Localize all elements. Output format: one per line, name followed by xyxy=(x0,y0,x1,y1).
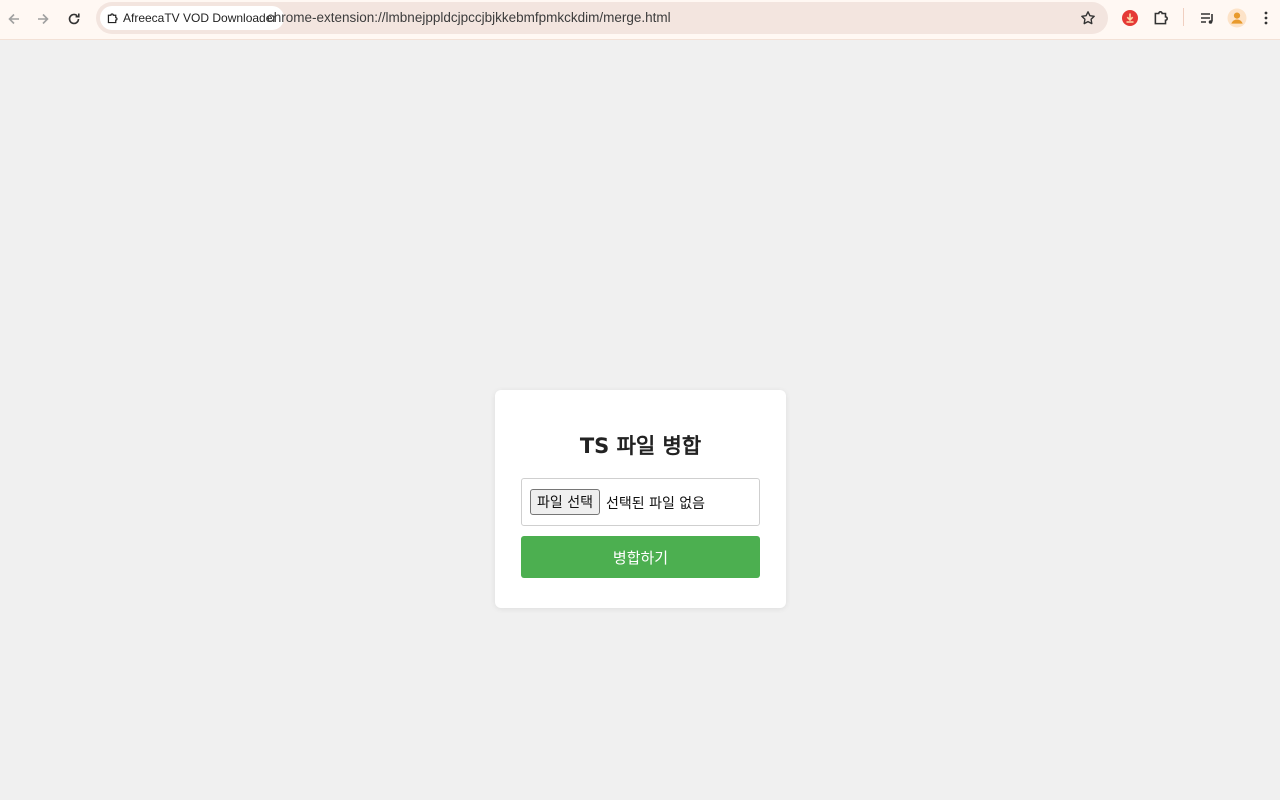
extension-puzzle-icon xyxy=(1154,11,1168,25)
forward-arrow-icon xyxy=(38,13,49,25)
more-vertical-icon xyxy=(1264,11,1268,25)
page-title: TS 파일 병합 xyxy=(579,434,702,458)
site-chip-label: AfreecaTV VOD Downloader xyxy=(123,11,277,25)
extension-red-icon xyxy=(1122,10,1138,26)
profile-avatar-icon xyxy=(1227,8,1247,28)
bookmark-button[interactable] xyxy=(1078,8,1098,28)
forward-button[interactable] xyxy=(29,5,57,33)
media-control-icon xyxy=(1201,13,1213,24)
extensions-button[interactable] xyxy=(1149,6,1173,30)
merge-button[interactable]: 병합하기 xyxy=(521,536,760,578)
extension-puzzle-icon xyxy=(107,12,118,23)
address-bar[interactable]: AfreecaTV VOD Downloader chrome-extensio… xyxy=(96,2,1108,34)
browser-toolbar: AfreecaTV VOD Downloader chrome-extensio… xyxy=(0,0,1280,40)
star-bookmark-icon xyxy=(1081,11,1095,25)
profile-button[interactable] xyxy=(1225,6,1249,30)
file-input[interactable]: 파일 선택 선택된 파일 없음 xyxy=(521,478,760,526)
file-status-text: 선택된 파일 없음 xyxy=(606,496,706,512)
reload-icon xyxy=(68,13,80,25)
choose-file-button[interactable]: 파일 선택 xyxy=(530,489,600,515)
toolbar-separator xyxy=(1183,8,1184,26)
reload-button[interactable] xyxy=(60,5,88,33)
url-text[interactable]: chrome-extension://lmbnejppldcjpccjbjkke… xyxy=(267,10,671,25)
merge-card: TS 파일 병합 파일 선택 선택된 파일 없음 병합하기 xyxy=(495,390,786,608)
back-button[interactable] xyxy=(0,5,28,33)
site-info-chip[interactable]: AfreecaTV VOD Downloader xyxy=(100,6,285,30)
extension-red-button[interactable] xyxy=(1118,6,1142,30)
media-control-button[interactable] xyxy=(1195,6,1219,30)
back-arrow-icon xyxy=(8,13,19,25)
menu-button[interactable] xyxy=(1254,6,1278,30)
